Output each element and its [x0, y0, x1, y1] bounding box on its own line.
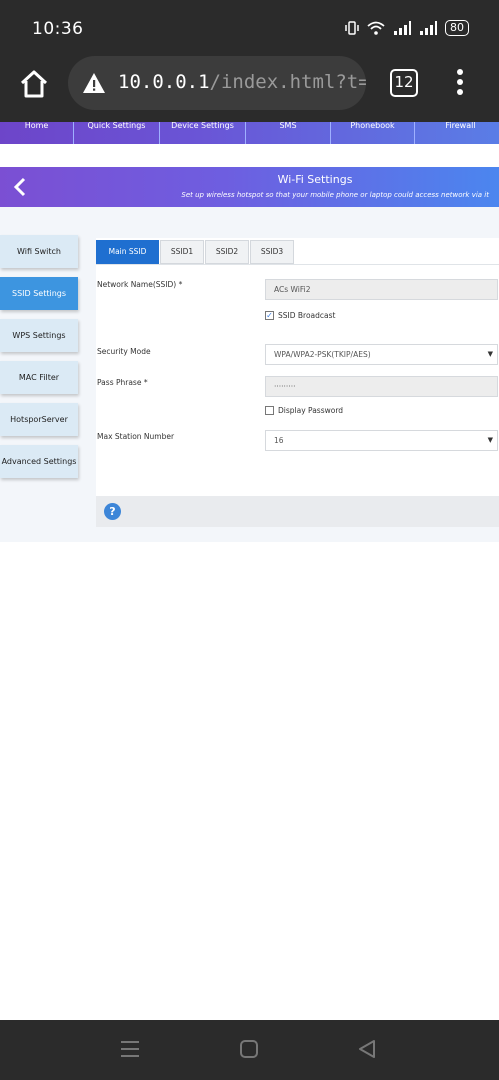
back-icon[interactable] [12, 177, 28, 197]
ssid-broadcast-label: SSID Broadcast [278, 311, 336, 320]
page-header: Wi-Fi Settings Set up wireless hotspot s… [0, 167, 499, 207]
signal-icon [394, 21, 411, 35]
tab-divider [96, 264, 499, 265]
browser-toolbar: 10.0.0.1/index.html?t=#wifi 12 [0, 56, 499, 122]
home-icon[interactable] [18, 68, 50, 100]
signal-icon-2 [420, 21, 437, 35]
max-station-label: Max Station Number [97, 432, 175, 441]
url-field[interactable]: 10.0.0.1/index.html?t=#wifi [68, 56, 366, 110]
top-nav-item-phonebook[interactable]: Phonebook [331, 122, 415, 144]
security-mode-select[interactable]: WPA/WPA2-PSK(TKIP/AES) ▼ [265, 344, 498, 365]
warning-icon[interactable] [82, 71, 106, 95]
top-nav-item-device-settings[interactable]: Device Settings [160, 122, 246, 144]
tab-ssid2[interactable]: SSID2 [205, 240, 249, 264]
status-bar: 10:36 80 [0, 0, 499, 56]
sidebar-item-wps-settings[interactable]: WPS Settings [0, 319, 78, 352]
tab-ssid1[interactable]: SSID1 [160, 240, 204, 264]
overflow-menu-icon[interactable] [450, 66, 470, 100]
max-station-select[interactable]: 16 ▼ [265, 430, 498, 451]
sidebar-item-wifi-switch[interactable]: Wifi Switch [0, 235, 78, 268]
battery-icon: 80 [445, 20, 469, 36]
ssid-tabs: Main SSID SSID1 SSID2 SSID3 [96, 240, 294, 264]
wifi-icon [367, 21, 385, 35]
top-nav-item-home[interactable]: Home [0, 122, 74, 144]
tab-main-ssid[interactable]: Main SSID [96, 240, 159, 264]
url-text[interactable]: 10.0.0.1/index.html?t=#wifi [118, 71, 366, 93]
security-mode-value: WPA/WPA2-PSK(TKIP/AES) [274, 350, 371, 359]
ssid-broadcast-checkbox[interactable]: ✓ [265, 311, 274, 320]
pass-phrase-label: Pass Phrase * [97, 378, 148, 387]
back-nav-icon[interactable] [358, 1040, 376, 1058]
status-time: 10:36 [32, 19, 84, 39]
system-nav-bar [0, 1020, 499, 1080]
display-password-label: Display Password [278, 406, 344, 415]
home-nav-icon[interactable] [240, 1040, 258, 1058]
chevron-down-icon-2: ▼ [487, 436, 493, 444]
tab-ssid3[interactable]: SSID3 [250, 240, 294, 264]
sidebar-item-advanced-settings[interactable]: Advanced Settings [0, 445, 78, 478]
vibrate-icon [345, 21, 359, 35]
sidebar: Wifi Switch SSID Settings WPS Settings M… [0, 235, 78, 487]
top-nav-item-sms[interactable]: SMS [246, 122, 331, 144]
divider-strip [0, 144, 499, 166]
sidebar-item-hotspot-server[interactable]: HotsporServer [0, 403, 78, 436]
status-icons: 80 [345, 20, 469, 36]
top-nav: Home Quick Settings Device Settings SMS Phon… [0, 122, 499, 144]
top-nav-item-firewall[interactable]: Firewall [415, 122, 499, 144]
top-nav-item-quick-settings[interactable]: Quick Settings [74, 122, 160, 144]
page-subtitle: Set up wireless hotspot so that your mob… [181, 191, 489, 199]
recents-icon[interactable] [120, 1040, 140, 1058]
display-password-row: Display Password [265, 406, 343, 415]
pass-phrase-input[interactable]: ········· [265, 376, 498, 397]
ssid-broadcast-row: ✓ SSID Broadcast [265, 311, 335, 320]
page-title: Wi-Fi Settings [277, 173, 353, 186]
help-icon[interactable]: ? [104, 503, 121, 520]
ssid-input[interactable]: ACs WiFi2 [265, 279, 498, 300]
chevron-down-icon: ▼ [487, 350, 493, 358]
help-bar: ? [96, 496, 499, 527]
ssid-label: Network Name(SSID) * [97, 280, 183, 289]
url-path: /index.html?t=#wifi [209, 71, 366, 93]
tab-count-button[interactable]: 12 [390, 69, 418, 97]
display-password-checkbox[interactable] [265, 406, 274, 415]
url-host: 10.0.0.1 [118, 71, 210, 93]
max-station-value: 16 [274, 436, 284, 445]
ssid-panel: Main SSID SSID1 SSID2 SSID3 Network Name… [96, 238, 499, 498]
sidebar-item-mac-filter[interactable]: MAC Filter [0, 361, 78, 394]
security-mode-label: Security Mode [97, 347, 151, 356]
sidebar-item-ssid-settings[interactable]: SSID Settings [0, 277, 78, 310]
